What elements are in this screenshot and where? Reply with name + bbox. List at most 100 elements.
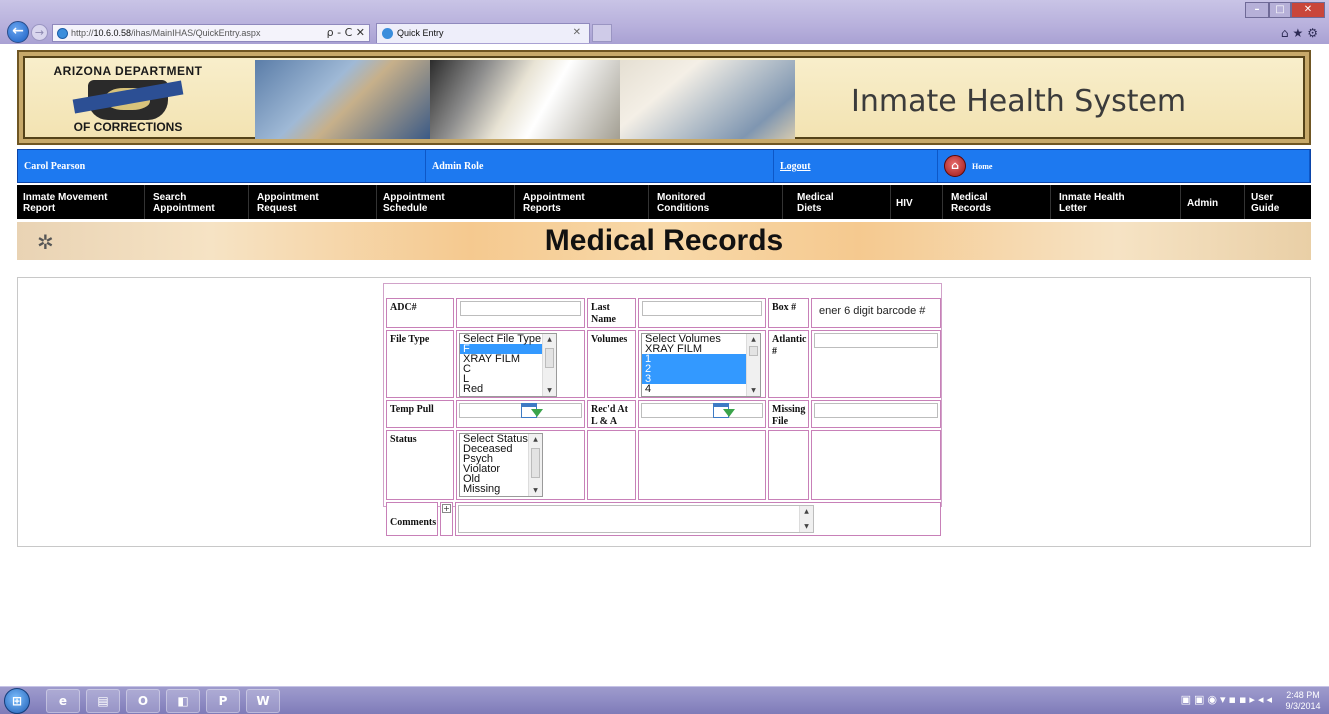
tab-favicon-icon — [382, 28, 393, 39]
volumes-label: Volumes — [587, 330, 636, 398]
system-tray-icons[interactable]: ▣▣◉▾▪▪▸◂◂ — [1181, 693, 1275, 706]
missing-file-cell — [811, 400, 941, 428]
page-title-bar: ✲ Medical Records — [17, 222, 1311, 260]
address-tools[interactable]: ρ - C ✕ — [327, 26, 365, 39]
box-input[interactable]: ener 6 digit barcode # — [815, 303, 937, 320]
status-label: Status — [386, 430, 454, 500]
scroll-up-icon[interactable]: ▲ — [529, 436, 542, 443]
minimize-icon[interactable]: – — [1245, 2, 1269, 18]
status-listbox[interactable]: Select Status Deceased Psych Violator Old Mis… — [459, 433, 543, 497]
nav-medical-diets[interactable]: Medical Diets — [783, 185, 891, 219]
nav-monitored-conditions[interactable]: Monitored Conditions — [649, 185, 783, 219]
nav-admin[interactable]: Admin — [1181, 185, 1245, 219]
nav-appointment-reports[interactable]: Appointment Reports — [515, 185, 649, 219]
nav-label: Admin — [1187, 198, 1219, 209]
missing-label-line: Missing — [772, 404, 806, 415]
home-label[interactable]: Home — [972, 162, 992, 171]
nav-appointment-schedule[interactable]: Appointment Schedule — [377, 185, 515, 219]
last-name-label-line: Last — [591, 302, 610, 313]
app-folder-icon[interactable]: ◧ — [166, 689, 200, 713]
nav-user-guide[interactable]: User Guide — [1245, 185, 1311, 219]
scroll-down-icon[interactable]: ▼ — [529, 487, 542, 494]
volumes-listbox[interactable]: Select Volumes XRAY FILM 1 2 3 4 ▲ ▼ — [641, 333, 761, 397]
clock-time: 2:48 PM — [1286, 690, 1320, 700]
scroll-down-icon[interactable]: ▼ — [747, 387, 760, 394]
nav-hiv[interactable]: HIV — [891, 185, 943, 219]
home-icon[interactable]: ⌂ — [944, 155, 966, 177]
close-window-icon[interactable]: ✕ — [1291, 2, 1325, 18]
nav-medical-records[interactable]: Medical Records — [943, 185, 1051, 219]
nav-label: Monitored — [657, 192, 706, 203]
address-path: /ihas/MainIHAS/QuickEntry.aspx — [131, 28, 261, 38]
home-toolbar-icon[interactable]: ⌂ — [1281, 26, 1293, 40]
user-bar: Carol Pearson Admin Role Logout ⌂ Home — [17, 149, 1311, 183]
outlook-icon[interactable]: O — [126, 689, 160, 713]
nav-label: Conditions — [657, 203, 710, 214]
list-option[interactable]: 2 — [642, 364, 760, 375]
list-option[interactable]: 4 — [642, 384, 760, 395]
list-scrollbar[interactable]: ▲ ▼ — [746, 334, 760, 396]
address-bar[interactable]: http://10.6.0.58/ihas/MainIHAS/QuickEntr… — [52, 24, 370, 42]
powerpoint-icon[interactable]: P — [206, 689, 240, 713]
new-tab-button[interactable] — [592, 24, 612, 42]
comments-toggle-cell: + — [440, 502, 453, 536]
nav-appointment-request[interactable]: Appointment Request — [249, 185, 377, 219]
comments-textarea[interactable]: ▲ ▼ — [458, 505, 814, 533]
taskbar-clock[interactable]: 2:48 PM 9/3/2014 — [1283, 690, 1323, 712]
scroll-down-icon[interactable]: ▼ — [543, 387, 556, 394]
nav-label: Search — [153, 192, 187, 203]
list-option[interactable]: 3 — [642, 374, 760, 385]
scroll-up-icon[interactable]: ▲ — [543, 336, 556, 343]
empty-cell — [811, 430, 941, 500]
comments-scrollbar[interactable]: ▲ ▼ — [799, 506, 813, 532]
list-scrollbar[interactable]: ▲ ▼ — [542, 334, 556, 396]
empty-cell — [638, 430, 766, 500]
nav-label: Inmate Movement — [23, 192, 108, 203]
nav-label: Request — [257, 203, 297, 214]
logout-link[interactable]: Logout — [774, 150, 938, 182]
tab-quick-entry[interactable]: Quick Entry ✕ — [376, 23, 590, 43]
nav-inmate-movement-report[interactable]: Inmate Movement Report — [17, 185, 145, 219]
tab-title: Quick Entry — [397, 28, 444, 38]
recd-input[interactable] — [641, 403, 763, 418]
adc-input[interactable] — [460, 301, 581, 316]
tab-close-icon[interactable]: ✕ — [573, 27, 581, 38]
word-icon[interactable]: W — [246, 689, 280, 713]
adc-cell — [456, 298, 585, 328]
scroll-thumb[interactable] — [749, 346, 758, 356]
scroll-up-icon[interactable]: ▲ — [747, 336, 760, 343]
home-link[interactable]: ⌂ Home — [938, 150, 1310, 182]
nav-inmate-health-letter[interactable]: Inmate Health Letter — [1051, 185, 1181, 219]
user-name: Carol Pearson — [18, 150, 426, 182]
scroll-thumb[interactable] — [545, 348, 554, 368]
scroll-up-icon[interactable]: ▲ — [800, 508, 813, 515]
last-name-input[interactable] — [642, 301, 762, 316]
page-favicon-icon — [57, 28, 68, 39]
maximize-icon[interactable]: □ — [1269, 2, 1291, 18]
atlantic-label: Atlantic # — [768, 330, 809, 398]
nav-label: Medical — [951, 192, 988, 203]
status-cell: Select Status Deceased Psych Violator Old Mis… — [456, 430, 585, 500]
missing-file-input[interactable] — [814, 403, 938, 418]
file-explorer-icon[interactable]: ▤ — [86, 689, 120, 713]
temp-pull-calendar-icon[interactable] — [521, 403, 543, 419]
atlantic-input[interactable] — [814, 333, 938, 348]
list-option[interactable]: 1 — [642, 354, 760, 365]
favorites-star-icon[interactable]: ★ — [1292, 26, 1307, 40]
list-option[interactable]: XRAY FILM — [642, 344, 760, 355]
file-type-listbox[interactable]: Select File Type F XRAY FILM C L Red ▲ ▼ — [459, 333, 557, 397]
recd-calendar-icon[interactable] — [713, 403, 735, 419]
expand-plus-icon[interactable]: + — [442, 504, 451, 513]
nav-label: Schedule — [383, 203, 428, 214]
list-scrollbar[interactable]: ▲ ▼ — [528, 434, 542, 496]
back-arrow-icon[interactable]: ← — [7, 21, 29, 43]
scroll-thumb[interactable] — [531, 448, 540, 478]
nav-search-appointment[interactable]: Search Appointment — [145, 185, 249, 219]
settings-gear-icon[interactable]: ⚙ — [1307, 26, 1322, 40]
comments-cell: ▲ ▼ — [455, 502, 941, 536]
internet-explorer-icon[interactable]: e — [46, 689, 80, 713]
forward-arrow-icon[interactable]: → — [31, 24, 48, 41]
start-button-icon[interactable]: ⊞ — [4, 688, 30, 714]
scroll-down-icon[interactable]: ▼ — [800, 523, 813, 530]
recd-cell — [638, 400, 766, 428]
